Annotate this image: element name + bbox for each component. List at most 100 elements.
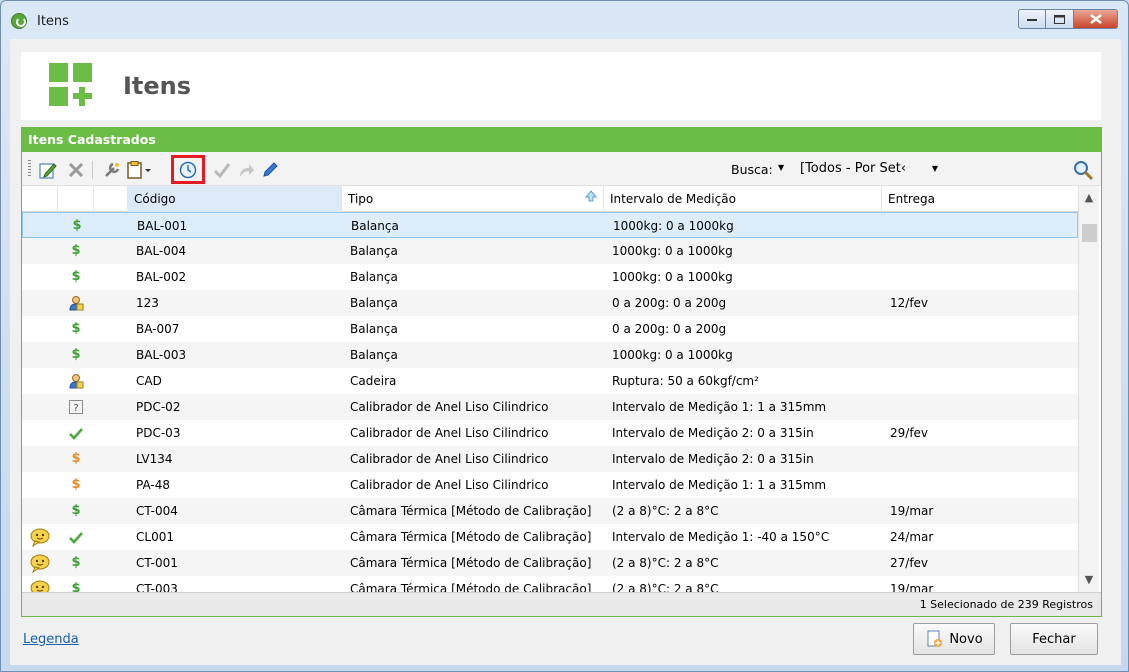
cell-tipo: Câmara Térmica [Método de Calibração] — [350, 504, 592, 518]
table-row[interactable]: $ CT-003 Câmara Térmica [Método de Calibra… — [22, 576, 1078, 592]
clipboard-dropdown-button[interactable] — [126, 160, 152, 180]
legend-link[interactable]: Legenda — [23, 632, 79, 647]
cell-entrega — [882, 238, 1078, 264]
new-document-icon — [927, 630, 943, 647]
app-window: Itens Itens Itens Cadastrados Busca: ▼ [… — [0, 0, 1129, 672]
toolbar: Busca: ▼ [Todos - Por Set‹ ▼ — [22, 152, 1101, 186]
window-title: Itens — [37, 14, 69, 29]
table-row[interactable]: CAD Cadeira Ruptura: 50 a 60kgf/cm² — [22, 368, 1078, 394]
page-header: Itens — [21, 52, 1101, 120]
cell-codigo: CAD — [136, 374, 162, 388]
check-icon — [58, 420, 94, 446]
pencil-icon — [263, 162, 278, 177]
table-row[interactable]: 123 Balança 0 a 200g: 0 a 200g 12/fev — [22, 290, 1078, 316]
cell-codigo: PA-48 — [136, 478, 171, 492]
table-row[interactable]: $ BAL-003 Balança 1000kg: 0 a 1000kg — [22, 342, 1078, 368]
cell-entrega — [882, 342, 1078, 368]
cell-codigo: 123 — [136, 296, 159, 310]
cell-entrega — [882, 472, 1078, 498]
cell-codigo: BAL-001 — [137, 219, 188, 233]
table-row[interactable]: PDC-03 Calibrador de Anel Liso Cilindrico… — [22, 420, 1078, 446]
cell-entrega: 19/mar — [890, 582, 934, 592]
question-icon: ? — [58, 394, 94, 420]
maximize-button[interactable] — [1046, 9, 1074, 29]
check-icon — [213, 163, 231, 179]
title-bar: Itens — [1, 1, 1128, 41]
cell-codigo: CT-004 — [136, 504, 178, 518]
cell-tipo: Balança — [350, 348, 398, 362]
cell-tipo: Balança — [350, 244, 398, 258]
dollar-green-icon: $ — [71, 555, 81, 570]
dollar-green-icon: $ — [71, 321, 81, 336]
svg-text:?: ? — [73, 403, 78, 414]
column-header-tipo-label: Tipo — [348, 192, 374, 206]
cell-intervalo: 0 a 200g: 0 a 200g — [612, 296, 727, 310]
table-row[interactable]: $ CT-001 Câmara Térmica [Método de Calibra… — [22, 550, 1078, 576]
table-row[interactable]: $ BAL-001 Balança 1000kg: 0 a 1000kg — [22, 212, 1078, 238]
status-bar: 1 Selecionado de 239 Registros — [22, 592, 1101, 616]
table-row[interactable]: CL001 Câmara Térmica [Método de Calibraçã… — [22, 524, 1078, 550]
novo-button[interactable]: Novo — [913, 623, 995, 655]
cell-intervalo: (2 a 8)°C: 2 a 8°C — [612, 582, 719, 592]
column-header-comment[interactable] — [22, 186, 58, 212]
cell-intervalo: Intervalo de Medição 2: 0 a 315in — [612, 426, 814, 440]
column-header-entrega[interactable]: Entrega — [882, 186, 1078, 212]
cell-intervalo: (2 a 8)°C: 2 a 8°C — [612, 556, 719, 570]
comment-bubble-icon — [22, 524, 58, 550]
user-icon — [58, 368, 94, 394]
comment-bubble-icon — [22, 576, 58, 592]
search-label: Busca: — [731, 162, 773, 177]
cell-intervalo: Ruptura: 50 a 60kgf/cm² — [612, 374, 759, 388]
table-row[interactable]: $ BA-007 Balança 0 a 200g: 0 a 200g — [22, 316, 1078, 342]
column-header-status[interactable] — [58, 186, 94, 212]
cell-tipo: Balança — [350, 322, 398, 336]
table-row[interactable]: $ PA-48 Calibrador de Anel Liso Cilindrico… — [22, 472, 1078, 498]
search-mode-dropdown[interactable]: ▼ — [778, 163, 784, 172]
search-button[interactable] — [1072, 159, 1094, 181]
delete-button[interactable] — [66, 160, 86, 180]
scroll-up-icon[interactable]: ▲ — [1079, 188, 1099, 208]
close-button[interactable] — [1074, 9, 1118, 29]
edit-icon — [39, 163, 57, 179]
search-filter-select[interactable]: [Todos - Por Set‹ ▼ — [795, 158, 945, 180]
section-title: Itens Cadastrados — [22, 128, 1101, 152]
cell-tipo: Balança — [351, 219, 399, 233]
column-header-tipo[interactable]: Tipo — [342, 186, 604, 212]
wrench-icon — [105, 162, 120, 177]
user-icon — [58, 290, 94, 316]
table-row[interactable]: $ BAL-004 Balança 1000kg: 0 a 1000kg — [22, 238, 1078, 264]
search-filter-value: [Todos - Por Set‹ — [800, 161, 907, 176]
column-header-extra[interactable] — [94, 186, 128, 212]
client-area: Itens Itens Cadastrados Busca: ▼ [Todos … — [10, 39, 1121, 665]
dollar-orange-icon: $ — [71, 451, 81, 466]
highlight-box — [171, 155, 205, 184]
cell-codigo: BAL-003 — [136, 348, 187, 362]
table-row[interactable]: $ CT-004 Câmara Térmica [Método de Calibra… — [22, 498, 1078, 524]
cell-entrega — [882, 446, 1078, 472]
table-row[interactable]: $ BAL-002 Balança 1000kg: 0 a 1000kg — [22, 264, 1078, 290]
fechar-button[interactable]: Fechar — [1010, 623, 1098, 655]
toolbar-grip[interactable] — [28, 160, 31, 178]
cell-intervalo: (2 a 8)°C: 2 a 8°C — [612, 504, 719, 518]
cell-codigo: CT-003 — [136, 582, 178, 592]
cell-intervalo: Intervalo de Medição 1: 1 a 315mm — [612, 400, 827, 414]
cell-entrega: 29/fev — [890, 426, 929, 440]
vertical-scrollbar[interactable]: ▲ ▼ — [1078, 186, 1099, 592]
column-header-intervalo[interactable]: Intervalo de Medição — [604, 186, 882, 212]
scroll-down-icon[interactable]: ▼ — [1079, 570, 1099, 590]
minimize-button[interactable] — [1018, 9, 1046, 29]
items-logo-icon — [49, 63, 92, 106]
write-button[interactable] — [260, 160, 280, 180]
edit-button[interactable] — [38, 160, 58, 180]
table-row[interactable]: ? PDC-02 Calibrador de Anel Liso Cilindric… — [22, 394, 1078, 420]
cell-codigo: PDC-03 — [136, 426, 181, 440]
page-title: Itens — [123, 72, 192, 100]
cell-tipo: Câmara Térmica [Método de Calibração] — [350, 530, 592, 544]
cell-tipo: Balança — [350, 296, 398, 310]
tools-button[interactable] — [102, 160, 122, 180]
scroll-thumb[interactable] — [1082, 224, 1097, 242]
forward-button[interactable] — [236, 160, 256, 180]
approve-button[interactable] — [212, 160, 232, 180]
table-row[interactable]: $ LV134 Calibrador de Anel Liso Cilindrico… — [22, 446, 1078, 472]
column-header-codigo[interactable]: Código — [128, 186, 342, 212]
